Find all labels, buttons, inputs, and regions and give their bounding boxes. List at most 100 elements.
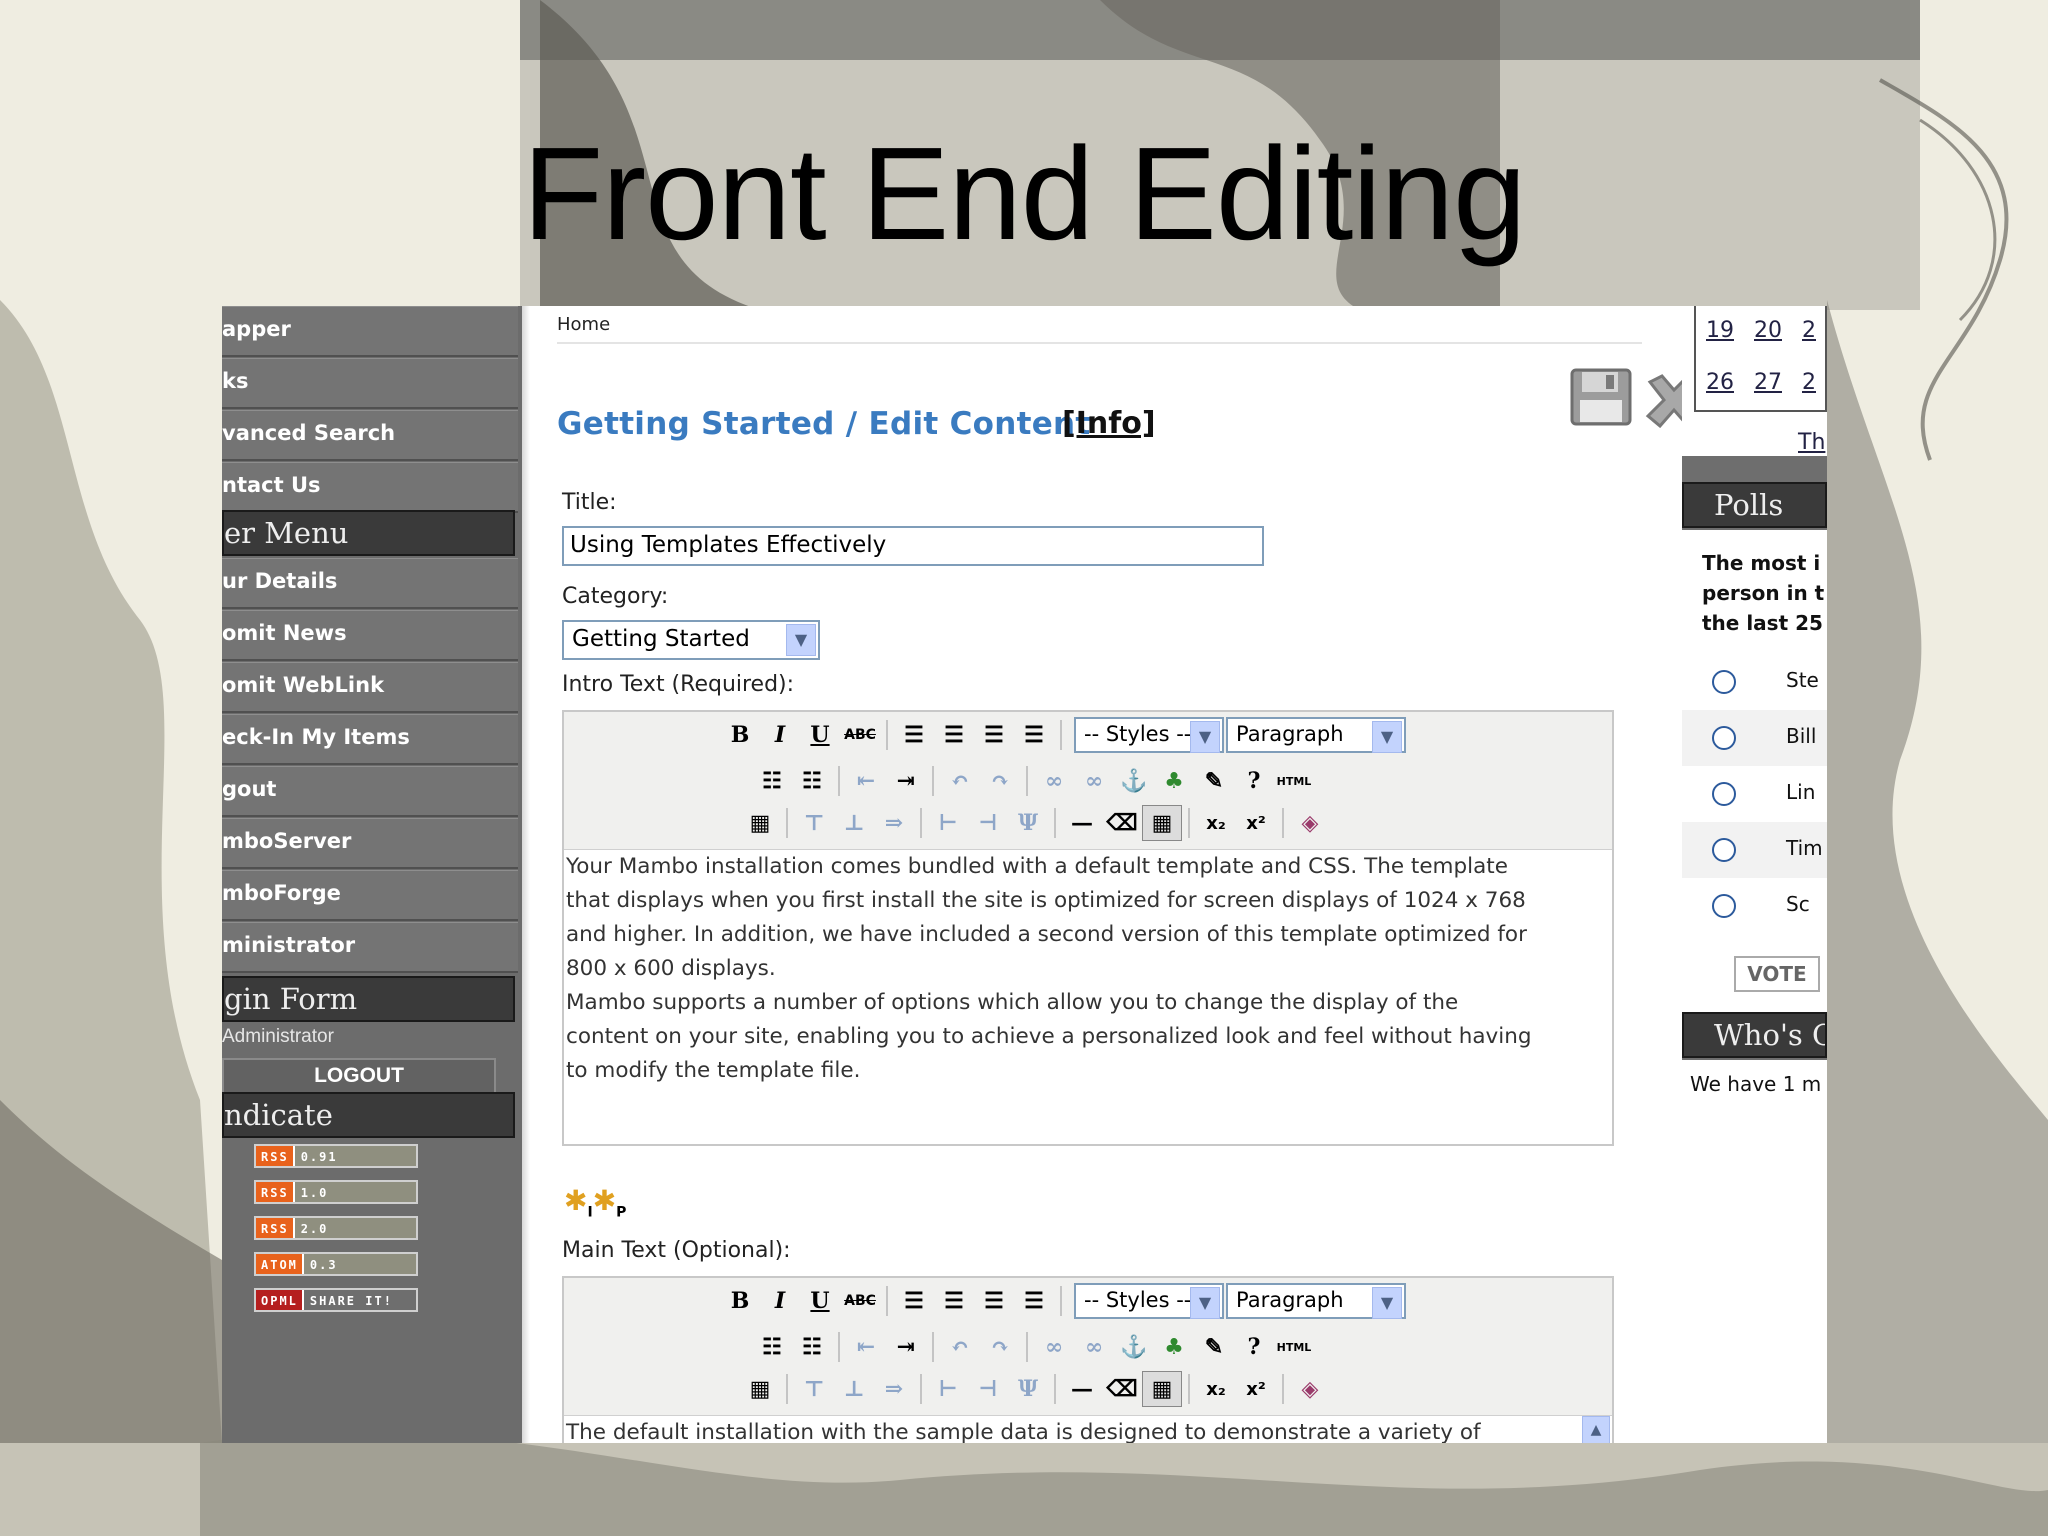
link-icon[interactable]: ∞	[1034, 1329, 1074, 1365]
unlink-icon[interactable]: ∞	[1074, 1329, 1114, 1365]
col-before-icon[interactable]: ⊢	[928, 805, 968, 841]
visual-aid-icon[interactable]: ▦	[1142, 1371, 1182, 1407]
format-select[interactable]: Paragraph ▼	[1226, 717, 1406, 753]
menu-item-mamboserver[interactable]: mboServer	[222, 818, 518, 869]
chevron-down-icon[interactable]: ▼	[1190, 721, 1220, 753]
unlink-icon[interactable]: ∞	[1074, 763, 1114, 799]
eraser-icon[interactable]: ⌫	[1102, 1371, 1142, 1407]
redo-icon[interactable]: ↷	[980, 1329, 1020, 1365]
superscript-icon[interactable]: x²	[1236, 1371, 1276, 1407]
menu-item-administrator[interactable]: ministrator	[222, 922, 518, 973]
help-icon[interactable]: ?	[1234, 1329, 1274, 1365]
intro-text-area[interactable]: Your Mambo installation comes bundled wi…	[564, 850, 1612, 1088]
align-right-icon[interactable]: ☰	[974, 1283, 1014, 1319]
align-justify-icon[interactable]: ☰	[1014, 1283, 1054, 1319]
align-center-icon[interactable]: ☰	[934, 1283, 974, 1319]
chevron-down-icon[interactable]: ▼	[1190, 1287, 1220, 1319]
row-after-icon[interactable]: ⊥	[834, 805, 874, 841]
col-after-icon[interactable]: ⊣	[968, 1371, 1008, 1407]
chevron-down-icon[interactable]: ▼	[1372, 721, 1402, 753]
numbered-list-icon[interactable]: ☷	[792, 1329, 832, 1365]
rss-20-feed-link[interactable]: RSS 2.0	[254, 1216, 418, 1240]
superscript-icon[interactable]: x²	[1236, 805, 1276, 841]
italic-icon[interactable]: I	[760, 717, 800, 753]
special-char-icon[interactable]: ◈	[1290, 1371, 1330, 1407]
horizontal-rule-icon[interactable]: —	[1062, 805, 1102, 841]
align-justify-icon[interactable]: ☰	[1014, 717, 1054, 753]
horizontal-rule-icon[interactable]: —	[1062, 1371, 1102, 1407]
bullet-list-icon[interactable]: ☷	[752, 763, 792, 799]
chevron-down-icon[interactable]: ▼	[1372, 1287, 1402, 1319]
row-before-icon[interactable]: ⊤	[794, 1371, 834, 1407]
opml-share-link[interactable]: OPML SHARE IT!	[254, 1288, 418, 1312]
menu-item-logout[interactable]: gout	[222, 766, 518, 817]
subscript-icon[interactable]: x₂	[1196, 1371, 1236, 1407]
radio-button[interactable]	[1712, 670, 1736, 694]
menu-item-submit-news[interactable]: omit News	[222, 610, 518, 661]
align-left-icon[interactable]: ☰	[894, 1283, 934, 1319]
numbered-list-icon[interactable]: ☷	[792, 763, 832, 799]
delete-col-icon[interactable]: Ψ	[1008, 805, 1048, 841]
main-text-area[interactable]: The default installation with the sample…	[564, 1416, 1612, 1443]
delete-col-icon[interactable]: Ψ	[1008, 1371, 1048, 1407]
poll-option[interactable]: Sc	[1682, 878, 1827, 934]
calendar-day[interactable]: 20	[1754, 318, 1782, 343]
row-after-icon[interactable]: ⊥	[834, 1371, 874, 1407]
delete-row-icon[interactable]: ⇒	[874, 805, 914, 841]
menu-item-contact-us[interactable]: ntact Us	[222, 462, 518, 513]
indent-icon[interactable]: ⇥	[886, 763, 926, 799]
redo-icon[interactable]: ↷	[980, 763, 1020, 799]
info-link[interactable]: [Info]	[1062, 406, 1156, 441]
poll-option[interactable]: Bill	[1682, 710, 1827, 766]
bold-icon[interactable]: B	[720, 717, 760, 753]
menu-item-wrapper[interactable]: apper	[222, 306, 518, 357]
bullet-list-icon[interactable]: ☷	[752, 1329, 792, 1365]
col-after-icon[interactable]: ⊣	[968, 805, 1008, 841]
strikethrough-icon[interactable]: ABC	[840, 717, 880, 753]
bold-icon[interactable]: B	[720, 1283, 760, 1319]
cleanup-icon[interactable]: ✎	[1194, 1329, 1234, 1365]
menu-item-links[interactable]: ks	[222, 358, 518, 409]
underline-icon[interactable]: U	[800, 717, 840, 753]
link-icon[interactable]: ∞	[1034, 763, 1074, 799]
eraser-icon[interactable]: ⌫	[1102, 805, 1142, 841]
radio-button[interactable]	[1712, 838, 1736, 862]
table-icon[interactable]: ▦	[740, 1371, 780, 1407]
visual-aid-icon[interactable]: ▦	[1142, 805, 1182, 841]
anchor-icon[interactable]: ⚓	[1114, 1329, 1154, 1365]
rss-091-feed-link[interactable]: RSS 0.91	[254, 1144, 418, 1168]
menu-item-mamboforge[interactable]: mboForge	[222, 870, 518, 921]
styles-select[interactable]: -- Styles -- ▼	[1074, 1283, 1224, 1319]
calendar-day[interactable]: 19	[1706, 318, 1734, 343]
outdent-icon[interactable]: ⇤	[846, 763, 886, 799]
menu-item-advanced-search[interactable]: vanced Search	[222, 410, 518, 461]
calendar-day[interactable]: 27	[1754, 370, 1782, 395]
image-icon[interactable]: ♣	[1154, 1329, 1194, 1365]
menu-item-submit-weblink[interactable]: omit WebLink	[222, 662, 518, 713]
underline-icon[interactable]: U	[800, 1283, 840, 1319]
delete-row-icon[interactable]: ⇒	[874, 1371, 914, 1407]
undo-icon[interactable]: ↶	[940, 763, 980, 799]
poll-option[interactable]: Ste	[1682, 654, 1827, 710]
italic-icon[interactable]: I	[760, 1283, 800, 1319]
image-icon[interactable]: ♣	[1154, 763, 1194, 799]
align-center-icon[interactable]: ☰	[934, 717, 974, 753]
align-left-icon[interactable]: ☰	[894, 717, 934, 753]
styles-select[interactable]: -- Styles -- ▼	[1074, 717, 1224, 753]
calendar-day[interactable]: 2	[1802, 370, 1816, 395]
strikethrough-icon[interactable]: ABC	[840, 1283, 880, 1319]
subscript-icon[interactable]: x₂	[1196, 805, 1236, 841]
calendar-day[interactable]: 2	[1802, 318, 1816, 343]
logout-button[interactable]: LOGOUT	[222, 1058, 496, 1094]
vote-button[interactable]: VOTE	[1734, 956, 1820, 992]
menu-item-check-in-items[interactable]: eck-In My Items	[222, 714, 518, 765]
title-input[interactable]: Using Templates Effectively	[562, 526, 1264, 566]
save-icon[interactable]	[1570, 368, 1632, 426]
special-char-icon[interactable]: ◈	[1290, 805, 1330, 841]
html-source-button[interactable]: HTML	[1274, 1329, 1314, 1365]
atom-03-feed-link[interactable]: ATOM 0.3	[254, 1252, 418, 1276]
radio-button[interactable]	[1712, 726, 1736, 750]
rss-10-feed-link[interactable]: RSS 1.0	[254, 1180, 418, 1204]
outdent-icon[interactable]: ⇤	[846, 1329, 886, 1365]
poll-option[interactable]: Tim	[1682, 822, 1827, 878]
